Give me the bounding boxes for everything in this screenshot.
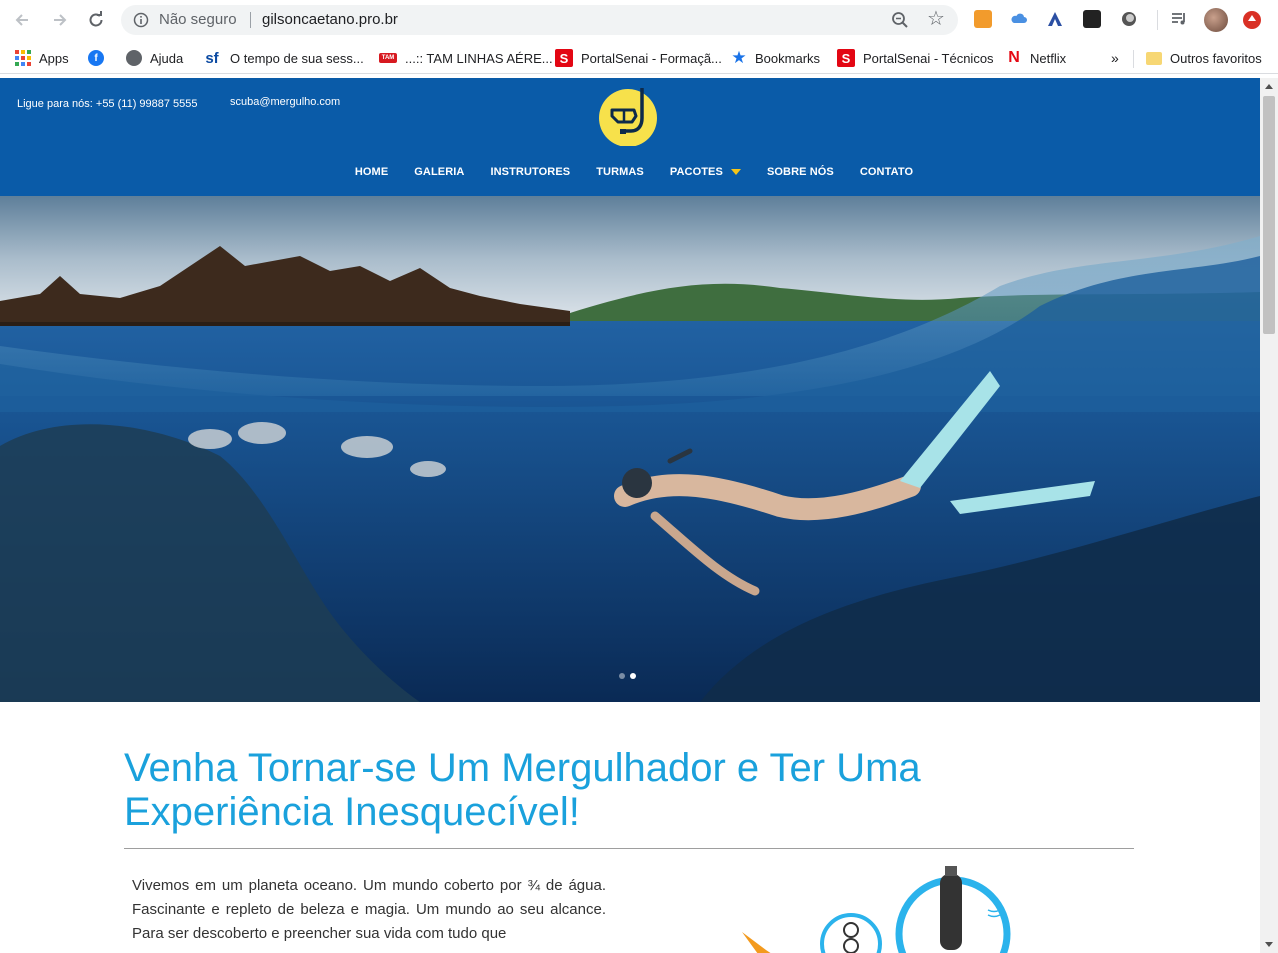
info-icon[interactable] (133, 12, 149, 28)
bookmark-label: O tempo de sua sess... (230, 50, 364, 66)
netflix-icon: N (1008, 49, 1020, 66)
headline-line-2: Experiência Inesquecível! (124, 790, 580, 834)
bookmark-facebook[interactable]: f (88, 48, 112, 68)
menu-home[interactable]: HOME (355, 166, 388, 178)
bookmark-label: ...:: TAM LINHAS AÉRE... (405, 50, 553, 66)
scroll-thumb[interactable] (1263, 96, 1275, 334)
omnibox-divider (250, 12, 251, 28)
slider-dot-2[interactable] (630, 673, 636, 679)
bookmark-label: Bookmarks (755, 50, 821, 66)
bookmark-label: PortalSenai - Técnicos (863, 50, 994, 66)
intro-paragraph: Vivemos em um planeta oceano. Um mundo c… (132, 877, 606, 942)
browser-toolbar: Não seguro gilsoncaetano.pro.br ☆ (0, 0, 1278, 40)
bookmark-portalsenai-formacao[interactable]: S PortalSenai - Formaçã... (555, 48, 722, 68)
menu-instrutores[interactable]: INSTRUTORES (490, 166, 570, 178)
toolbar-divider (1157, 10, 1158, 30)
page-viewport: Ligue para nós: +55 (11) 99887 5555 scub… (0, 78, 1260, 953)
hero-slider[interactable] (0, 196, 1260, 702)
main-menu: HOME GALERIA INSTRUTORES TURMAS PACOTES … (0, 166, 1260, 178)
bookmarks-divider (1133, 50, 1134, 68)
phone-info[interactable]: Ligue para nós: +55 (11) 99887 5555 (17, 98, 198, 110)
bookmark-tam[interactable]: TAM ...:: TAM LINHAS AÉRE... (379, 48, 553, 68)
url-text[interactable]: gilsoncaetano.pro.br (262, 11, 398, 28)
bookmark-ajuda[interactable]: Ajuda (126, 48, 183, 68)
bookmark-apps[interactable]: Apps (15, 48, 69, 68)
menu-pacotes-label: PACOTES (669, 166, 723, 178)
media-queue-icon[interactable] (1170, 10, 1188, 28)
reload-button[interactable] (84, 8, 108, 32)
arrow-left-icon (15, 14, 28, 26)
security-label[interactable]: Não seguro (159, 11, 237, 28)
senai-icon: S (837, 49, 855, 67)
sf-icon: sf (202, 50, 222, 67)
arrow-right-icon (54, 14, 67, 26)
page-scrollbar[interactable] (1260, 78, 1278, 953)
folder-icon (1146, 51, 1162, 65)
menu-galeria[interactable]: GALERIA (414, 166, 464, 178)
profile-avatar[interactable] (1204, 8, 1228, 32)
menu-contato[interactable]: CONTATO (860, 166, 913, 178)
bookmarks-bar: Apps f Ajuda sf O tempo de sua sess... T… (0, 40, 1278, 74)
tam-icon: TAM (379, 53, 397, 63)
news-extension-icon[interactable] (1083, 10, 1101, 28)
forward-button[interactable] (48, 8, 72, 32)
extension-grid-icon[interactable] (974, 10, 992, 28)
reload-icon (89, 11, 103, 27)
cloud-extension-icon[interactable] (1010, 10, 1028, 28)
email-info[interactable]: scuba@mergulho.com (230, 96, 340, 108)
senai-icon: S (555, 49, 573, 67)
bookmark-label: Ajuda (150, 50, 184, 66)
update-icon[interactable] (1243, 11, 1261, 29)
bookmark-label: PortalSenai - Formaçã... (581, 50, 722, 66)
bookmark-label: Apps (39, 50, 69, 66)
apps-grid-icon (15, 50, 31, 66)
headline-divider (124, 848, 1134, 849)
arrow-extension-icon[interactable] (1046, 10, 1064, 28)
bookmark-label: Netflix (1030, 50, 1067, 66)
headline-line-1: Venha Tornar-se Um Mergulhador e Ter Uma (124, 746, 921, 790)
bookmark-bookmarks[interactable]: ★ Bookmarks (731, 48, 820, 68)
site-header: Ligue para nós: +55 (11) 99887 5555 scub… (0, 78, 1260, 196)
address-bar[interactable]: Não seguro gilsoncaetano.pro.br ☆ (121, 5, 958, 35)
circle-extension-icon[interactable] (1120, 10, 1138, 28)
facebook-icon: f (88, 50, 104, 66)
globe-icon (126, 50, 142, 66)
bookmark-star-icon[interactable]: ☆ (927, 8, 945, 30)
zoom-icon[interactable] (891, 11, 909, 29)
back-button[interactable] (10, 8, 34, 32)
bookmark-sf[interactable]: sf O tempo de sua sess... (202, 48, 364, 68)
bookmarks-overflow-button[interactable]: » (1111, 48, 1119, 68)
scroll-up-icon[interactable] (1265, 84, 1273, 89)
bookmark-portalsenai-tecnicos[interactable]: S PortalSenai - Técnicos (837, 48, 994, 68)
bookmark-other-folder[interactable]: Outros favoritos (1146, 48, 1262, 68)
star-icon: ★ (731, 48, 747, 67)
diving-mask-logo[interactable] (598, 88, 660, 146)
bookmark-netflix[interactable]: N Netflix (1006, 48, 1066, 68)
scroll-down-icon[interactable] (1265, 942, 1273, 947)
caret-down-icon (730, 169, 741, 175)
menu-pacotes[interactable]: PACOTES (670, 166, 741, 178)
menu-sobre-nos[interactable]: SOBRE NÓS (767, 166, 834, 178)
hero-image (0, 196, 1260, 702)
page-headline: Venha Tornar-se Um Mergulhador e Ter Uma… (124, 746, 1024, 834)
diving-gear-illustration (742, 866, 1011, 953)
slider-dot-1[interactable] (619, 673, 625, 679)
slider-dots (619, 673, 636, 679)
menu-turmas[interactable]: TURMAS (596, 166, 644, 178)
bookmark-label: Outros favoritos (1170, 50, 1262, 66)
